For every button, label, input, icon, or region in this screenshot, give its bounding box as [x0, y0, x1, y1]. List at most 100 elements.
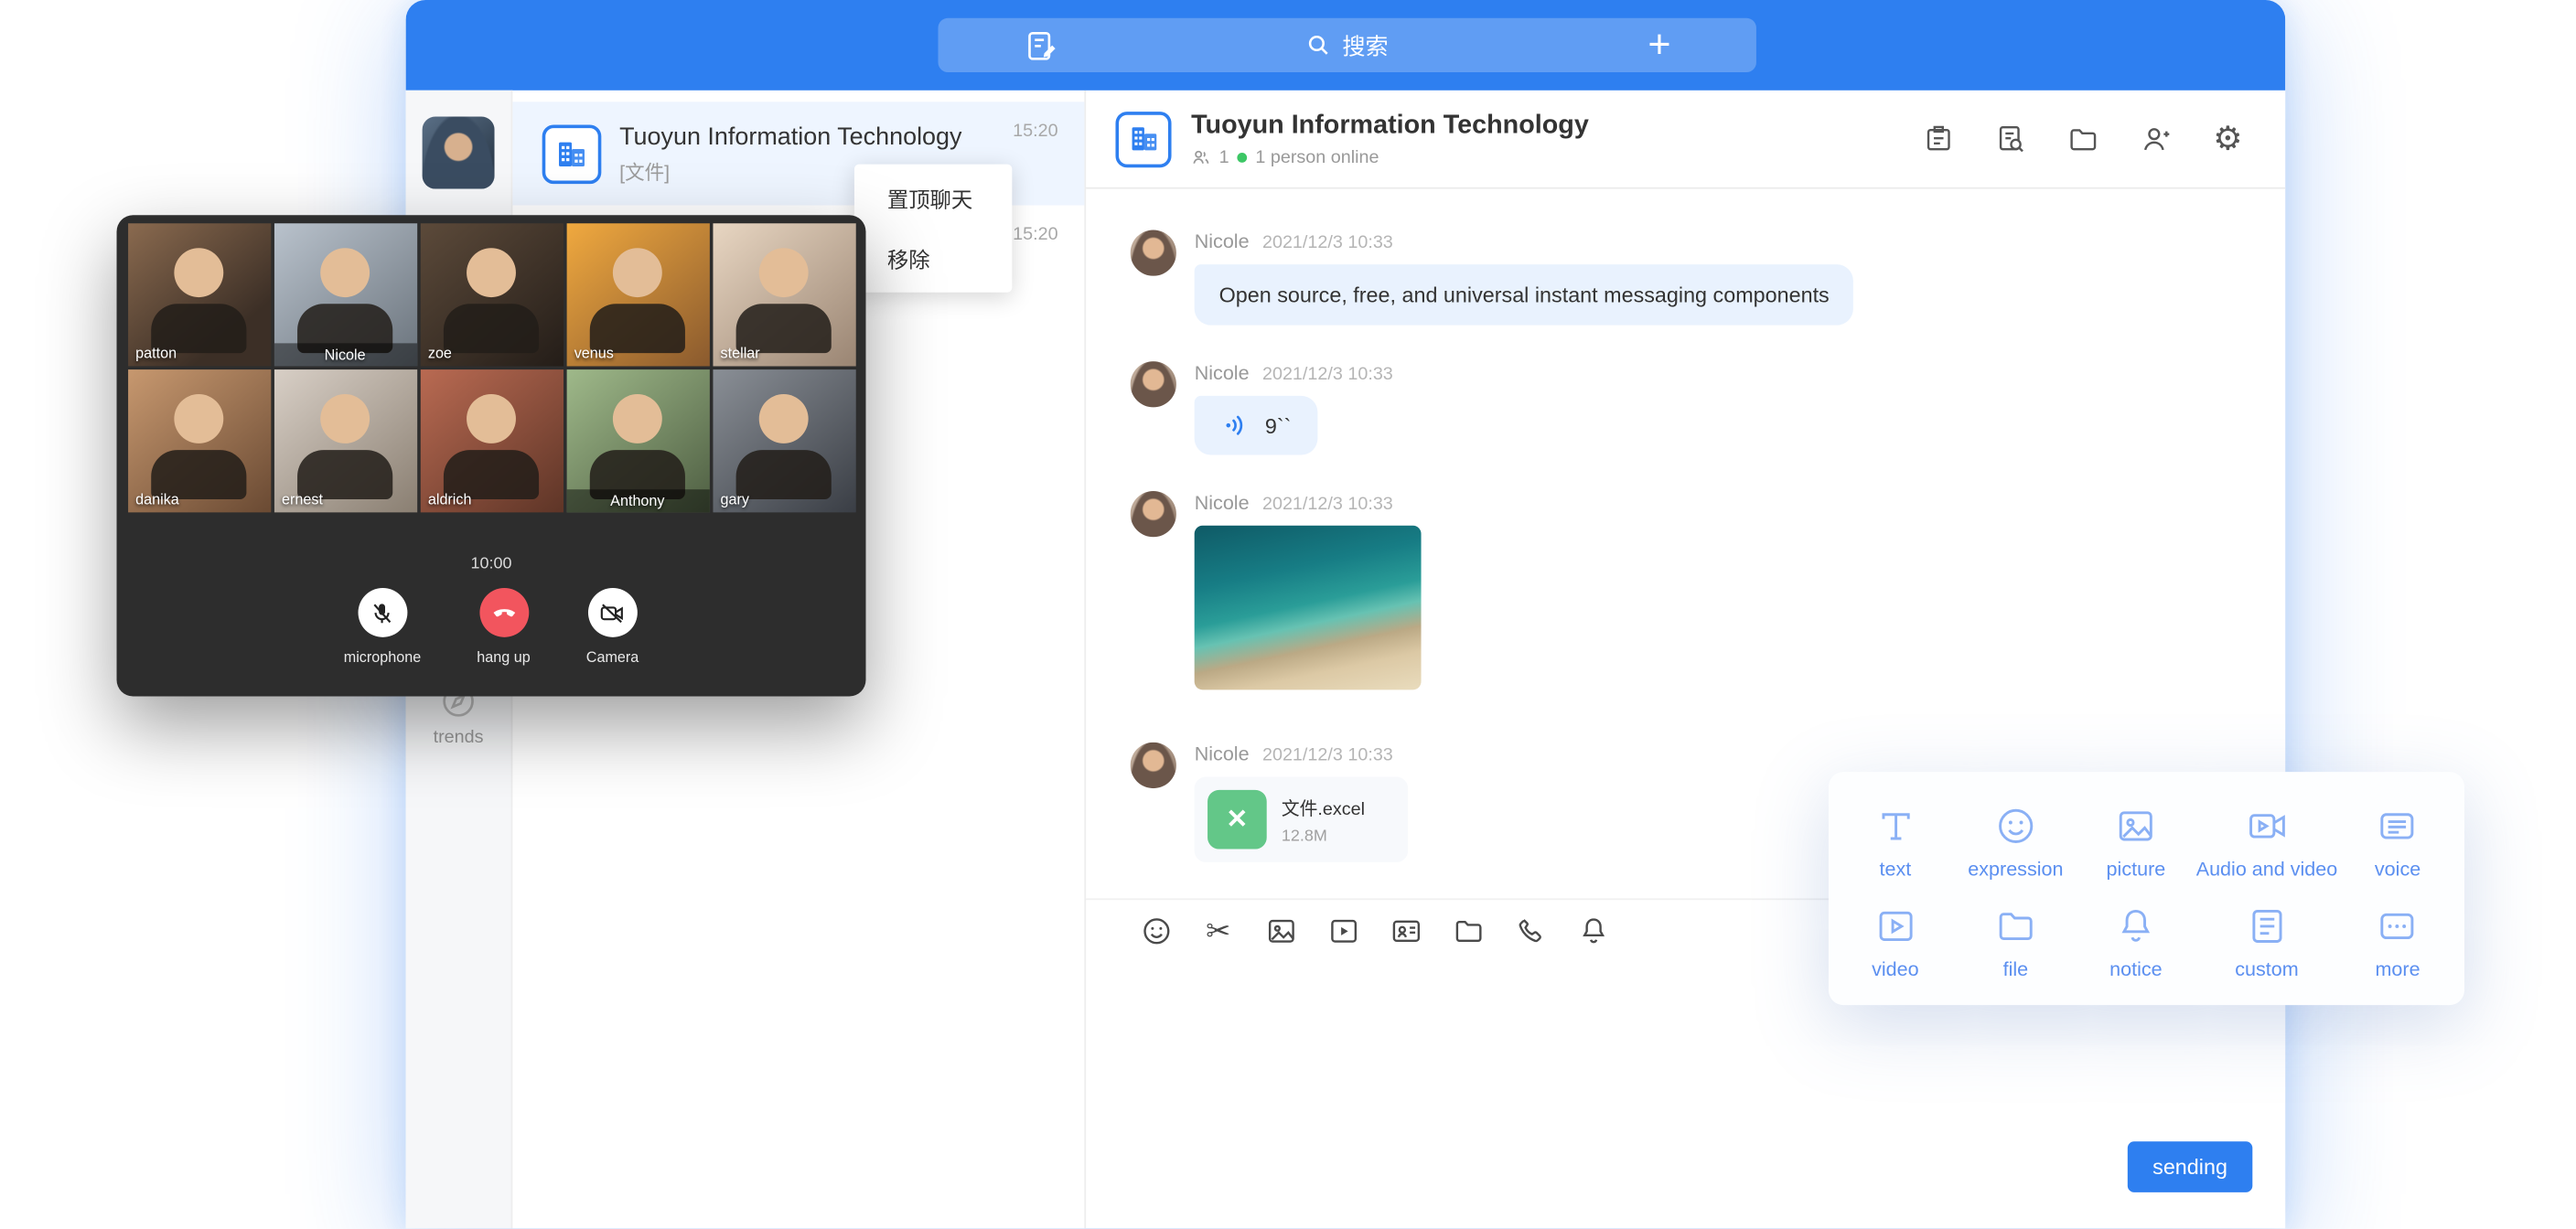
participant-tile: danika	[127, 369, 270, 512]
participant-tile: aldrich	[420, 369, 563, 512]
search-bar[interactable]: 搜索	[939, 18, 1756, 72]
panel-label: more	[2375, 956, 2420, 979]
participant-tile: stellar	[713, 223, 855, 366]
file-name: 文件.excel	[1282, 794, 1365, 820]
picture-icon[interactable]	[1263, 914, 1298, 948]
text-icon	[1874, 804, 1917, 847]
image-attachment[interactable]	[1195, 526, 1422, 690]
participant-tile: Nicole	[274, 223, 416, 366]
search-label: 搜索	[1342, 28, 1388, 61]
hang-up-label: hang up	[477, 648, 530, 665]
panel-item-custom[interactable]: custom	[2196, 892, 2338, 992]
screenshot-scissors-icon[interactable]: ✂	[1201, 914, 1236, 948]
file-size: 12.8M	[1282, 827, 1365, 845]
message-meta: Nicole 2021/12/3 10:33	[1195, 230, 1854, 252]
message-meta: Nicole 2021/12/3 10:33	[1195, 491, 1422, 514]
panel-label: voice	[2375, 857, 2420, 880]
panel-item-notice[interactable]: notice	[2076, 892, 2196, 992]
panel-item-more[interactable]: more	[2337, 892, 2458, 992]
plus-icon: +	[1648, 22, 1670, 68]
participant-name: aldrich	[428, 491, 472, 508]
avatar[interactable]	[1131, 230, 1176, 275]
participant-name: stellar	[721, 345, 760, 361]
panel-item-picture[interactable]: picture	[2076, 792, 2196, 892]
conversation-context-menu: 置顶聊天 移除	[854, 165, 1012, 293]
video-play-icon	[1874, 904, 1917, 947]
panel-label: text	[1880, 857, 1912, 880]
participant-tile: ernest	[274, 369, 416, 512]
panel-item-file[interactable]: file	[1956, 892, 2077, 992]
voice-duration: 9``	[1265, 413, 1292, 438]
participant-name: zoe	[428, 345, 452, 361]
panel-item-voice[interactable]: voice	[2337, 792, 2458, 892]
member-manage-icon[interactable]	[2138, 121, 2174, 157]
participant-tile: gary	[713, 369, 855, 512]
video-call-overlay: patton Nicole zoe venus stellar danika e…	[117, 215, 866, 696]
search-icon	[1306, 33, 1331, 58]
microphone-toggle[interactable]: microphone	[344, 588, 421, 665]
call-timer: 10:00	[117, 555, 866, 573]
sender-name: Nicole	[1195, 230, 1250, 252]
panel-label: custom	[2235, 956, 2298, 979]
call-controls: microphone hang up Camera	[117, 588, 866, 665]
panel-item-text[interactable]: text	[1835, 792, 1956, 892]
camera-label: Camera	[586, 648, 639, 665]
participant-grid: patton Nicole zoe venus stellar danika e…	[127, 223, 855, 512]
menu-item-pin-chat[interactable]: 置顶聊天	[854, 167, 1012, 228]
panel-label: expression	[1968, 857, 2063, 880]
panel-item-expression[interactable]: expression	[1956, 792, 2077, 892]
announcement-icon[interactable]	[1921, 121, 1958, 157]
message-image: Nicole 2021/12/3 10:33	[1131, 491, 2286, 689]
excel-file-icon: ✕	[1208, 790, 1267, 850]
expression-icon	[1994, 804, 2037, 847]
settings-gear-icon[interactable]: ⚙	[2210, 121, 2247, 157]
top-bar: 搜索 +	[406, 0, 2286, 91]
message-time: 2021/12/3 10:33	[1262, 365, 1393, 385]
voice-icon	[2377, 804, 2420, 847]
file-texts: 文件.excel 12.8M	[1282, 794, 1365, 845]
send-button[interactable]: sending	[2128, 1141, 2252, 1192]
user-avatar[interactable]	[423, 117, 495, 189]
contact-card-icon[interactable]	[1389, 914, 1423, 948]
video-icon[interactable]	[1326, 914, 1360, 948]
message-type-panel: text expression picture	[1829, 772, 2464, 1005]
trends-label: trends	[434, 728, 484, 748]
conversation-title: Tuoyun Information Technology	[619, 123, 1055, 151]
custom-icon	[2246, 904, 2289, 947]
camera-off-icon	[588, 588, 638, 637]
sender-name: Nicole	[1195, 361, 1250, 384]
chat-header-texts: Tuoyun Information Technology 1 1 person…	[1191, 111, 1589, 166]
avatar[interactable]	[1131, 491, 1176, 537]
mic-muted-icon	[358, 588, 407, 637]
add-button[interactable]: +	[1648, 18, 1670, 72]
file-attachment[interactable]: ✕ 文件.excel 12.8M	[1195, 777, 1408, 862]
hang-up-button[interactable]: hang up	[477, 588, 530, 665]
panel-item-audio-video[interactable]: Audio and video	[2196, 792, 2338, 892]
search-history-icon[interactable]	[1993, 121, 2030, 157]
screen: { "topbar": { "search_label": "搜索" }, "i…	[0, 0, 2576, 1228]
notification-bell-icon[interactable]	[1575, 914, 1610, 948]
panel-item-video[interactable]: video	[1835, 892, 1956, 992]
group-avatar	[1115, 111, 1171, 166]
participant-tile: Anthony	[566, 369, 709, 512]
message-meta: Nicole 2021/12/3 10:33	[1195, 743, 1408, 765]
chat-header: Tuoyun Information Technology 1 1 person…	[1086, 91, 2285, 189]
call-phone-icon[interactable]	[1513, 914, 1548, 948]
menu-item-remove[interactable]: 移除	[854, 229, 1012, 289]
participant-name: ernest	[282, 491, 323, 508]
chat-title: Tuoyun Information Technology	[1191, 111, 1589, 140]
emoji-icon[interactable]	[1139, 914, 1174, 948]
camera-toggle[interactable]: Camera	[586, 588, 639, 665]
panel-label: notice	[2109, 956, 2163, 979]
message-time: 2021/12/3 10:33	[1262, 233, 1393, 253]
member-count: 1	[1219, 147, 1229, 167]
participant-tile: venus	[566, 223, 709, 366]
message-meta: Nicole 2021/12/3 10:33	[1195, 361, 1393, 384]
avatar[interactable]	[1131, 361, 1176, 407]
file-folder-icon[interactable]	[1451, 914, 1486, 948]
voice-bubble[interactable]: 9``	[1195, 396, 1318, 455]
folder-icon[interactable]	[2066, 121, 2102, 157]
avatar[interactable]	[1131, 743, 1176, 788]
message-body: Nicole 2021/12/3 10:33 9`	[1195, 361, 1393, 454]
message-body: Nicole 2021/12/3 10:33	[1195, 491, 1422, 689]
